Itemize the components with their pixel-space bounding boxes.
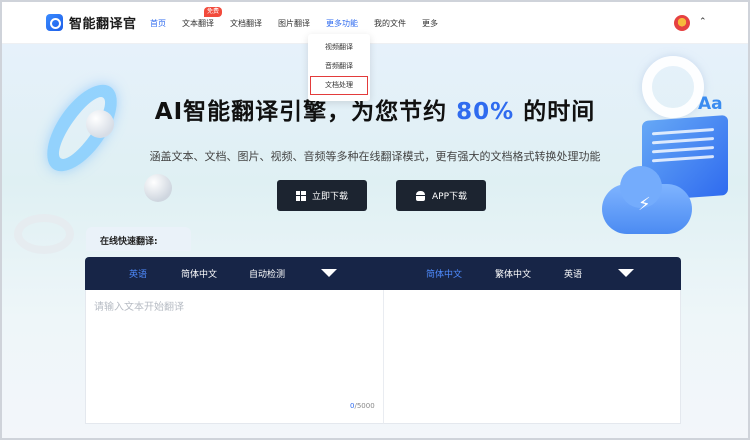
source-lang-english[interactable]: 英语 xyxy=(129,267,147,280)
target-lang-dropdown-icon[interactable] xyxy=(618,269,634,277)
translation-output-pane xyxy=(383,290,681,424)
nav-item-image-translation[interactable]: 图片翻译 xyxy=(278,18,310,29)
character-counter: 0/5000 xyxy=(350,402,375,410)
chevron-up-icon[interactable]: ⌃ xyxy=(699,17,707,27)
dropdown-item-audio-translation[interactable]: 音频翻译 xyxy=(308,57,370,76)
app-download-button[interactable]: APP下载 xyxy=(396,180,486,211)
source-lang-dropdown-icon[interactable] xyxy=(321,269,337,277)
char-limit: /5000 xyxy=(354,402,375,410)
main-nav: 首页 文本翻译 免费 文档翻译 图片翻译 更多功能 我的文件 更多 xyxy=(150,2,454,44)
lightning-icon: ⚡ xyxy=(638,194,651,215)
source-lang-simplified-chinese[interactable]: 简体中文 xyxy=(181,267,217,280)
quick-translate-tab: 在线快速翻译: xyxy=(86,227,191,251)
nav-item-my-files[interactable]: 我的文件 xyxy=(374,18,406,29)
source-lang-auto-detect[interactable]: 自动检测 xyxy=(249,267,285,280)
hero-title-text: AI智能翻译引擎，为您节约 xyxy=(154,99,457,125)
windows-icon xyxy=(295,190,306,201)
hero-banner: Aa ⚡ AI智能翻译引擎，为您节约 80% 的时间 涵盖文本、文档、图片、视频… xyxy=(2,44,748,438)
logo-text: 智能翻译官 xyxy=(69,17,137,32)
more-features-dropdown: 视频翻译 音频翻译 文档处理 xyxy=(308,34,370,101)
decorative-ring-left xyxy=(33,73,131,183)
nav-item-more[interactable]: 更多 xyxy=(422,18,438,29)
hero-subtitle: 涵盖文本、文档、图片、视频、音频等多种在线翻译模式，更有强大的文档格式转换处理功… xyxy=(149,150,601,163)
source-text-input[interactable] xyxy=(94,298,374,398)
decorative-spring xyxy=(14,214,74,254)
target-lang-simplified-chinese[interactable]: 简体中文 xyxy=(426,267,462,280)
source-text-pane: 0/5000 xyxy=(85,290,383,424)
nav-item-more-features[interactable]: 更多功能 xyxy=(326,18,358,29)
hero-title-suffix: 的时间 xyxy=(514,99,596,125)
language-bar: 英语 简体中文 自动检测 简体中文 繁体中文 英语 xyxy=(85,257,681,290)
android-icon xyxy=(415,190,426,201)
decorative-sphere-small xyxy=(144,174,172,202)
download-button[interactable]: 立即下载 xyxy=(277,180,367,211)
nav-item-home[interactable]: 首页 xyxy=(150,18,166,29)
nav-item-text-translation[interactable]: 文本翻译 免费 xyxy=(182,6,223,29)
dropdown-item-document-processing[interactable]: 文档处理 xyxy=(310,76,368,95)
hero-title-highlight: 80% xyxy=(456,99,515,125)
site-logo[interactable]: 智能翻译官 xyxy=(46,13,137,32)
target-lang-traditional-chinese[interactable]: 繁体中文 xyxy=(495,267,531,280)
top-navigation-bar: 智能翻译官 首页 文本翻译 免费 文档翻译 图片翻译 更多功能 我的文件 更多 … xyxy=(2,2,748,44)
download-button-label: 立即下载 xyxy=(311,192,348,202)
logo-icon xyxy=(46,14,63,31)
nav-item-document-translation[interactable]: 文档翻译 xyxy=(230,18,262,29)
app-download-button-label: APP下载 xyxy=(431,192,467,202)
target-lang-english[interactable]: 英语 xyxy=(564,267,582,280)
hero-title: AI智能翻译引擎，为您节约 80% 的时间 xyxy=(2,92,748,126)
nav-item-label: 文本翻译 xyxy=(182,18,214,28)
dropdown-item-video-translation[interactable]: 视频翻译 xyxy=(308,38,370,57)
avatar[interactable] xyxy=(674,15,690,31)
free-badge: 免费 xyxy=(204,6,223,17)
